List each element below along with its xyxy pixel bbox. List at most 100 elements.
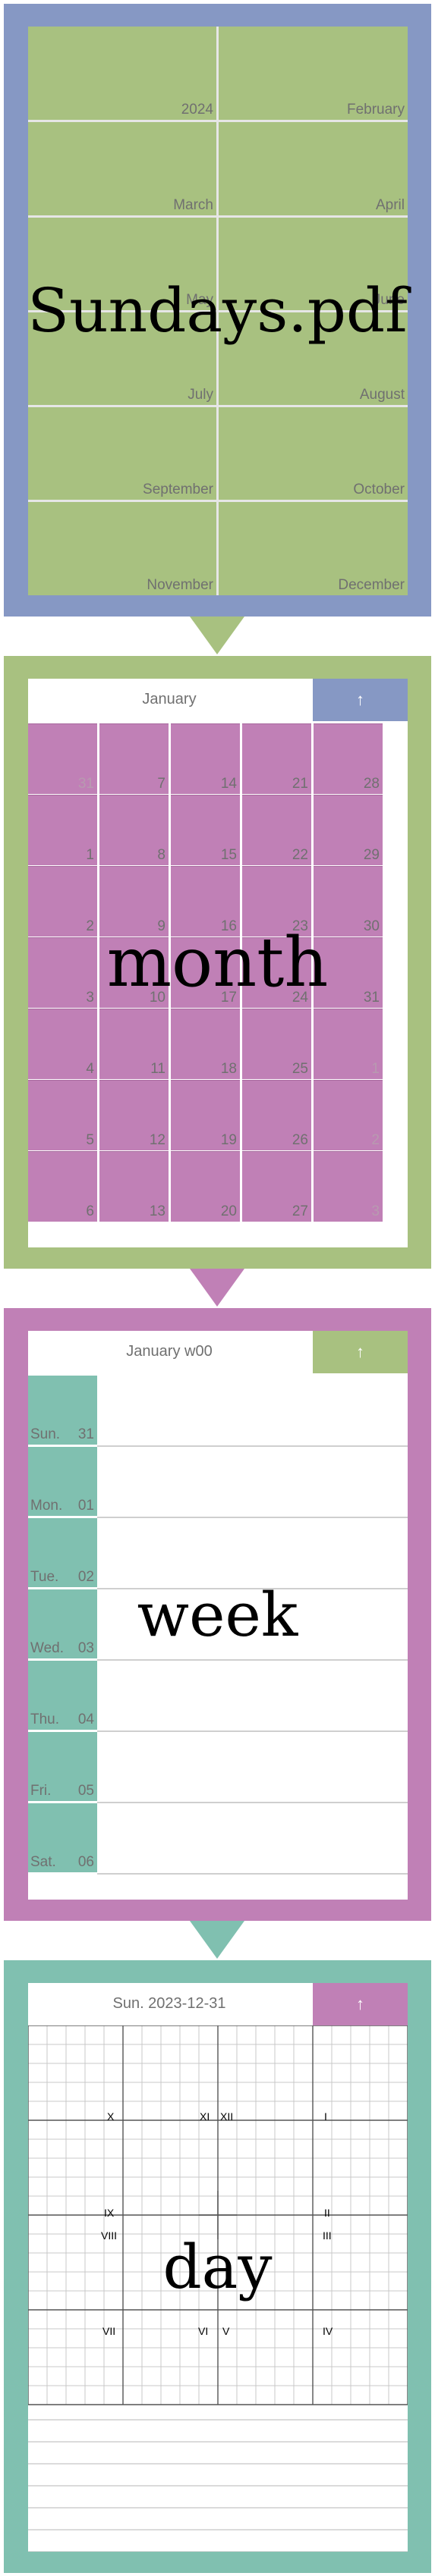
week-event-slot[interactable] xyxy=(97,1518,408,1588)
year-label: 2024 xyxy=(181,102,213,118)
month-label: July xyxy=(188,387,213,403)
week-day-name: Tue. xyxy=(30,1569,59,1585)
month-day-number: 2 xyxy=(371,1132,380,1148)
month-day-cell[interactable]: 4 xyxy=(28,1009,97,1079)
month-label: November xyxy=(147,577,213,593)
week-event-slot[interactable] xyxy=(97,1661,408,1730)
month-day-cell[interactable]: 21 xyxy=(242,723,311,794)
month-day-cell[interactable]: 31 xyxy=(28,723,97,794)
watermark-title: month xyxy=(106,923,329,1002)
month-day-number: 7 xyxy=(157,776,165,792)
month-day-cell[interactable]: 8 xyxy=(99,795,169,865)
month-label: December xyxy=(338,577,405,593)
week-day-name: Mon. xyxy=(30,1498,63,1514)
week-day-cell[interactable]: Mon. 01 xyxy=(28,1447,97,1516)
month-day-cell[interactable]: 14 xyxy=(171,723,240,794)
year-cell-december[interactable]: December xyxy=(219,502,408,595)
month-day-cell[interactable]: 1 xyxy=(314,1009,383,1079)
month-day-cell[interactable]: 12 xyxy=(99,1080,169,1150)
day-title: Sun. 2023-12-31 xyxy=(112,1995,226,2012)
month-label: March xyxy=(173,197,213,213)
week-day-number: 06 xyxy=(77,1854,94,1870)
arrow-up-icon: ↑ xyxy=(356,1342,364,1361)
up-button[interactable]: ↑ xyxy=(313,1331,408,1373)
week-page: January w00 ↑ Sun. 31 Mon. 01 Tue. 02 Wed. 03 Th… xyxy=(4,1308,431,1921)
year-page: 2024 February March April May June July … xyxy=(4,4,431,617)
arrow-down-icon xyxy=(190,617,244,654)
week-event-slot[interactable] xyxy=(97,1376,408,1445)
week-event-slot[interactable] xyxy=(97,1803,408,1873)
month-day-cell[interactable]: 26 xyxy=(242,1080,311,1150)
hour-label-xii: XII xyxy=(220,2110,234,2123)
week-event-slot[interactable] xyxy=(97,1447,408,1517)
hour-label-vii: VII xyxy=(102,2325,116,2337)
up-button[interactable]: ↑ xyxy=(313,1983,408,2025)
year-cell-october[interactable]: October xyxy=(219,407,408,500)
watermark-title: Sundays.pdf xyxy=(27,275,408,346)
month-label: August xyxy=(359,387,405,403)
month-day-cell[interactable]: 11 xyxy=(99,1009,169,1079)
hour-label-v: V xyxy=(222,2325,230,2337)
month-day-cell[interactable]: 28 xyxy=(314,723,383,794)
arrow-down-icon xyxy=(190,1269,244,1307)
month-day-cell[interactable]: 2 xyxy=(28,866,97,937)
year-cell-september[interactable]: September xyxy=(28,407,216,500)
month-day-number: 6 xyxy=(86,1203,94,1219)
year-cell-november[interactable]: November xyxy=(28,502,216,595)
week-day-number: 02 xyxy=(77,1569,94,1585)
month-label: April xyxy=(375,197,405,213)
month-day-cell[interactable]: 1 xyxy=(28,795,97,865)
week-day-cell[interactable]: Fri. 05 xyxy=(28,1732,97,1801)
month-day-cell[interactable]: 18 xyxy=(171,1009,240,1079)
week-title: January w00 xyxy=(126,1343,213,1360)
arrow-up-icon: ↑ xyxy=(356,1994,364,2013)
year-cell-april[interactable]: April xyxy=(219,122,408,215)
month-day-cell[interactable]: 29 xyxy=(314,795,383,865)
month-day-number: 29 xyxy=(363,847,380,863)
month-day-cell[interactable]: 6 xyxy=(28,1151,97,1222)
month-day-number: 15 xyxy=(220,847,237,863)
year-cell-2024[interactable]: 2024 xyxy=(28,27,216,120)
week-day-name: Sat. xyxy=(30,1854,56,1870)
month-day-cell[interactable]: 5 xyxy=(28,1080,97,1150)
month-day-cell[interactable]: 7 xyxy=(99,723,169,794)
week-row-divider xyxy=(97,1873,408,1875)
year-cell-march[interactable]: March xyxy=(28,122,216,215)
month-day-cell[interactable]: 15 xyxy=(171,795,240,865)
month-label: September xyxy=(143,482,213,497)
month-day-cell[interactable]: 19 xyxy=(171,1080,240,1150)
hour-label-iv: IV xyxy=(323,2325,333,2337)
week-day-cell[interactable]: Sat. 06 xyxy=(28,1803,97,1872)
arrow-up-icon: ↑ xyxy=(356,690,364,709)
watermark-title: week xyxy=(137,1580,298,1650)
month-day-number: 20 xyxy=(220,1203,237,1219)
hour-label-x: X xyxy=(107,2110,115,2123)
month-day-cell[interactable]: 2 xyxy=(314,1080,383,1150)
month-day-number: 3 xyxy=(371,1203,380,1219)
week-day-cell[interactable]: Tue. 02 xyxy=(28,1518,97,1587)
up-button[interactable]: ↑ xyxy=(313,679,408,721)
week-day-cell[interactable]: Thu. 04 xyxy=(28,1661,97,1730)
month-label: February xyxy=(346,102,405,118)
month-day-number: 14 xyxy=(220,776,237,792)
month-title: January xyxy=(142,691,197,708)
week-day-number: 01 xyxy=(77,1498,94,1514)
watermark-title: day xyxy=(162,2232,273,2302)
month-day-cell[interactable]: 25 xyxy=(242,1009,311,1079)
week-day-cell[interactable]: Sun. 31 xyxy=(28,1376,97,1445)
month-day-cell[interactable]: 22 xyxy=(242,795,311,865)
month-day-number: 5 xyxy=(86,1132,94,1148)
hour-label-ix: IX xyxy=(104,2207,115,2219)
year-cell-february[interactable]: February xyxy=(219,27,408,120)
month-day-cell[interactable]: 20 xyxy=(171,1151,240,1222)
week-event-slot[interactable] xyxy=(97,1732,408,1802)
month-page: January ↑ 31 7 14 21 28 1 8 15 22 29 2 9 16 23 30 3 10 17… xyxy=(4,656,431,1269)
month-day-cell[interactable]: 13 xyxy=(99,1151,169,1222)
month-day-cell[interactable]: 3 xyxy=(314,1151,383,1222)
month-day-number: 1 xyxy=(86,847,94,863)
week-day-name: Fri. xyxy=(30,1783,52,1799)
week-day-name: Thu. xyxy=(30,1712,60,1727)
month-day-cell[interactable]: 27 xyxy=(242,1151,311,1222)
month-day-number: 1 xyxy=(371,1061,380,1077)
month-day-number: 22 xyxy=(292,847,308,863)
